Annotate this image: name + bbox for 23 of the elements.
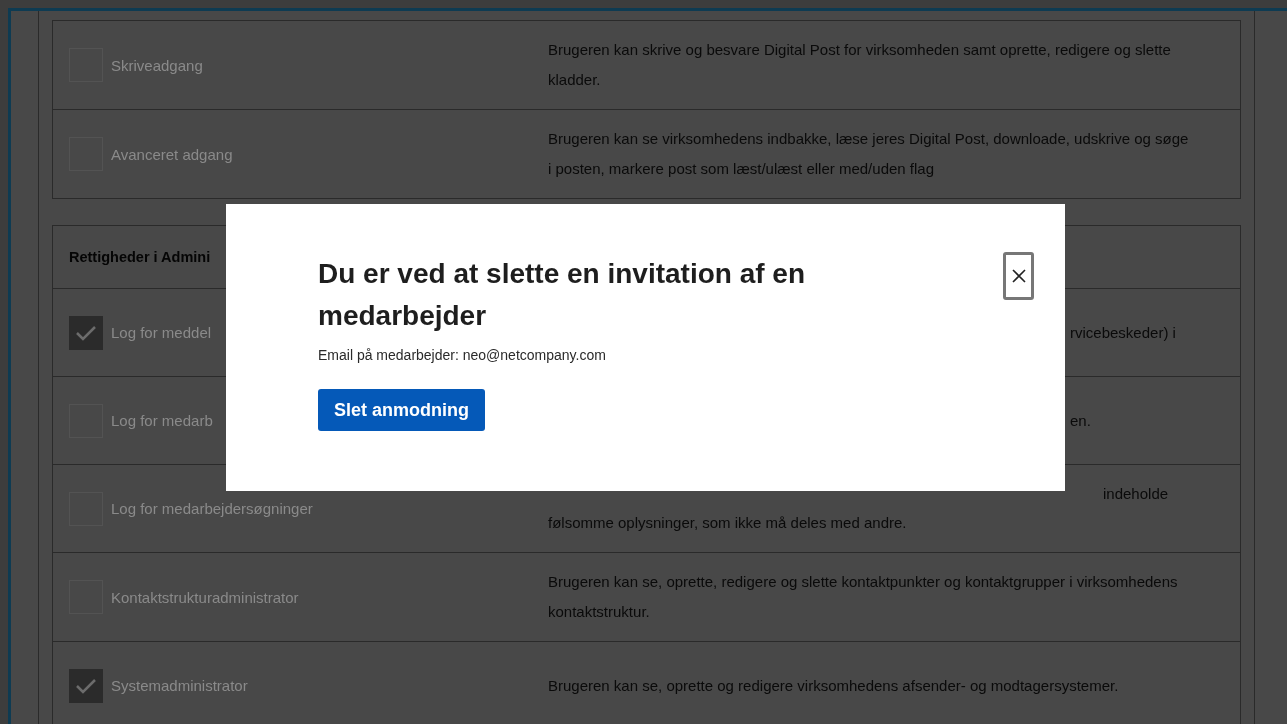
permission-label: Log for medarb: [111, 412, 213, 429]
check-icon: [75, 677, 97, 694]
section-heading: Rettigheder i Admini: [69, 249, 211, 265]
permission-label: Skriveadgang: [111, 56, 203, 74]
close-icon: [1011, 269, 1026, 283]
checkbox[interactable]: [69, 668, 103, 703]
permission-label: Log for medarbejdersøgninger: [111, 500, 313, 517]
close-button[interactable]: [1003, 252, 1034, 300]
check-icon: [75, 324, 97, 341]
permission-description: Brugeren kan se virksomhedens indbakke, læse jeres Digital Post, downloade, udskrive og søge i posten, markere post som læst/ulæst eller med/uden flag: [548, 129, 1190, 179]
permission-label: Log for meddel: [111, 324, 212, 341]
dialog-title: Du er ved at slette en invitation af en medarbejder: [318, 257, 806, 333]
email-text: Email på medarbejder: neo@netcompany.com: [318, 347, 607, 363]
permission-description: Brugeren kan se, oprette og redigere virksomhedens afsender- og modtagersystemer.: [548, 675, 1120, 696]
permission-label: Kontaktstrukturadministrator: [111, 588, 299, 606]
permission-label: Systemadministrator: [111, 677, 248, 694]
permission-description: Brugeren kan skrive og besvare Digital Post for virksomheden samt oprette, redigere og slette kladder.: [548, 40, 1172, 90]
checkbox[interactable]: [69, 315, 103, 350]
permission-description: en.: [1070, 410, 1092, 431]
permission-description: følsomme oplysninger, som ikke må deles med andre.: [548, 512, 908, 533]
permission-label: Avanceret adgang: [111, 145, 233, 163]
delete-request-button[interactable]: Slet anmodning: [318, 389, 485, 431]
permission-description: indeholde: [1103, 483, 1169, 504]
